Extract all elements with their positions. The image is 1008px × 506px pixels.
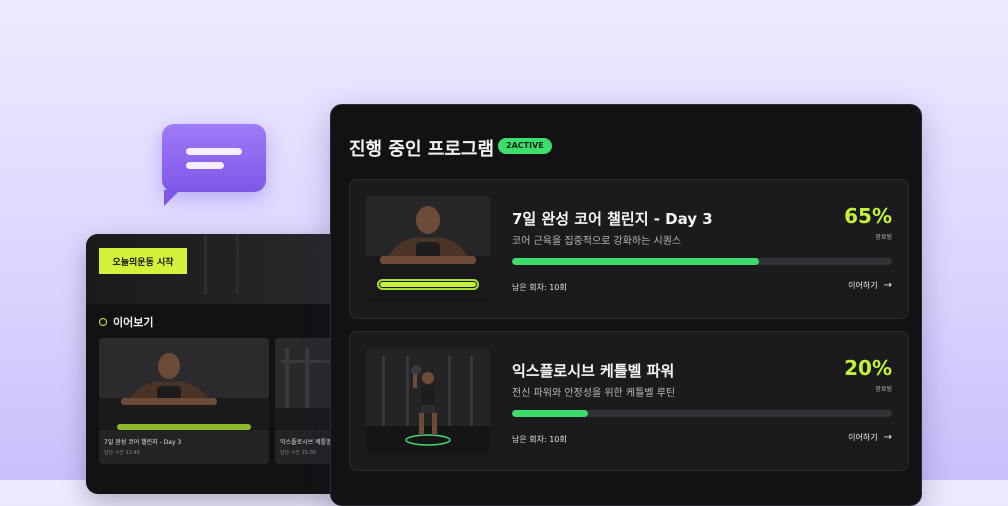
start-workout-button[interactable]: 오늘의운동 시작: [99, 248, 187, 274]
program-title: 익스플로시브 케틀벨 파워: [512, 362, 675, 380]
progress-percent: 65%: [844, 204, 892, 228]
program-description: 코어 근육을 집중적으로 강화하는 시퀀스: [512, 236, 682, 247]
card-title: 7일 완성 코어 챌린지 - Day 3: [104, 439, 182, 446]
progress-percent: 20%: [844, 356, 892, 380]
mobile-preview: 오늘의운동 시작 이어보기 7일 완성 코어 챌린지 - Day 3 남은 시간…: [86, 234, 346, 494]
status-badge: 2ACTIVE: [498, 138, 552, 154]
chat-line: [186, 162, 224, 169]
chat-line: [186, 148, 242, 155]
continue-button[interactable]: 이어하기 →: [848, 432, 892, 443]
program-card-core[interactable]: 7일 완성 코어 챌린지 - Day 3 코어 근육을 집중적으로 강화하는 시…: [349, 179, 909, 319]
progress-fill: [512, 258, 759, 265]
plank-thumbnail: [366, 196, 490, 302]
gym-pillar: [204, 234, 207, 294]
remaining-sessions: 남은 회차: 10회: [512, 435, 567, 444]
arrow-right-icon: →: [883, 432, 892, 443]
section-title: 이어보기: [113, 316, 154, 329]
card-meta: 남은 시간 25:00: [280, 450, 316, 456]
continue-watching-header: 이어보기: [99, 314, 153, 330]
progress-label: 완료됨: [875, 386, 892, 393]
ring-dot-icon: [99, 318, 107, 326]
continue-button[interactable]: 이어하기 →: [848, 280, 892, 291]
progress-label: 완료됨: [875, 234, 892, 241]
chat-tail: [164, 190, 180, 206]
card-meta: 남은 시간 12:45: [104, 450, 140, 456]
arrow-right-icon: →: [883, 280, 892, 291]
continue-label: 이어하기: [848, 281, 878, 290]
continue-label: 이어하기: [848, 433, 878, 442]
gym-pillar: [236, 234, 239, 294]
progress-track: [512, 258, 892, 265]
program-description: 전신 파워와 안정성을 위한 케틀벨 루틴: [512, 388, 676, 399]
remaining-sessions: 남은 회차: 10회: [512, 283, 567, 292]
chat-bubble-icon: [162, 124, 266, 206]
kettlebell-thumbnail: [366, 348, 490, 454]
plank-thumbnail: [99, 338, 269, 430]
progress-track: [512, 410, 892, 417]
program-title: 7일 완성 코어 챌린지 - Day 3: [512, 210, 713, 228]
program-card-kettlebell[interactable]: 익스플로시브 케틀벨 파워 전신 파워와 안정성을 위한 케틀벨 루틴 20% …: [349, 331, 909, 471]
progress-fill: [512, 410, 588, 417]
card-title: 익스플로시브 케틀벨: [280, 439, 332, 446]
continue-card[interactable]: 7일 완성 코어 챌린지 - Day 3 남은 시간 12:45: [99, 338, 269, 464]
page-title: 진행 중인 프로그램: [349, 139, 495, 160]
active-programs-panel: 진행 중인 프로그램 2ACTIVE 7일 완성 코어 챌린지 - Day 3 …: [330, 104, 922, 506]
